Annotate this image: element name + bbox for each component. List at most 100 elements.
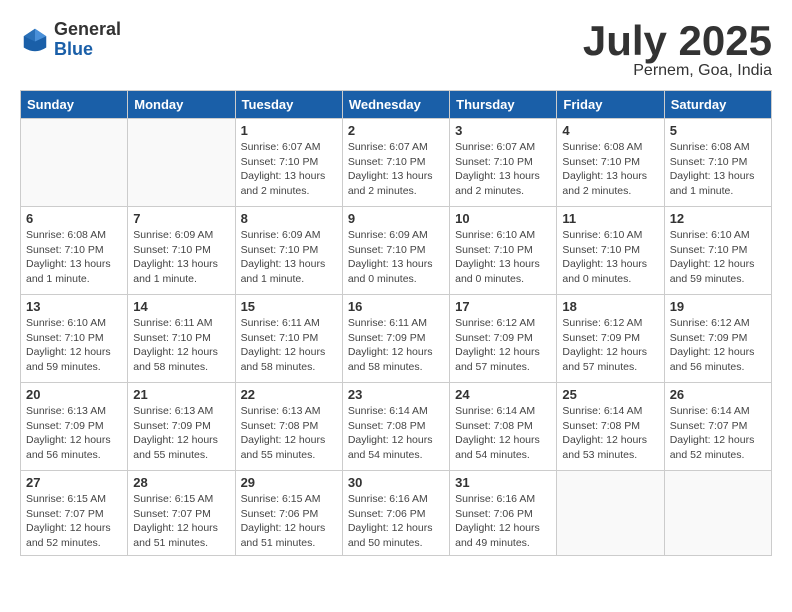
day-info: Sunrise: 6:11 AM Sunset: 7:09 PM Dayligh…: [348, 316, 444, 375]
calendar-day-cell: 6Sunrise: 6:08 AM Sunset: 7:10 PM Daylig…: [21, 207, 128, 295]
calendar-header-saturday: Saturday: [664, 91, 771, 119]
day-number: 16: [348, 299, 444, 314]
day-info: Sunrise: 6:14 AM Sunset: 7:08 PM Dayligh…: [455, 404, 551, 463]
calendar-day-cell: 3 Sunrise: 6:07 AM Sunset: 7:10 PM Daylig…: [450, 119, 557, 207]
day-number: 13: [26, 299, 122, 314]
calendar-day-cell: 8 Sunrise: 6:09 AM Sunset: 7:10 PM Daylig…: [235, 207, 342, 295]
month-title: July 2025: [583, 20, 772, 62]
calendar-week-row: 6Sunrise: 6:08 AM Sunset: 7:10 PM Daylig…: [21, 207, 772, 295]
day-number: 19: [670, 299, 766, 314]
day-info: Sunrise: 6:13 AM Sunset: 7:09 PM Dayligh…: [133, 404, 229, 463]
day-number: 3: [455, 123, 551, 138]
day-number: 28: [133, 475, 229, 490]
day-info: Sunrise: 6:09 AM Sunset: 7:10 PM Dayligh…: [241, 228, 337, 287]
calendar-day-cell: 31 Sunrise: 6:16 AM Sunset: 7:06 PM Dayli…: [450, 471, 557, 556]
day-number: 6: [26, 211, 122, 226]
day-number: 26: [670, 387, 766, 402]
day-number: 2: [348, 123, 444, 138]
calendar-day-cell: 30 Sunrise: 6:16 AM Sunset: 7:06 PM Dayli…: [342, 471, 449, 556]
calendar-day-cell: 10 Sunrise: 6:10 AM Sunset: 7:10 PM Dayli…: [450, 207, 557, 295]
calendar-day-cell: 9Sunrise: 6:09 AM Sunset: 7:10 PM Daylig…: [342, 207, 449, 295]
day-info: Sunrise: 6:13 AM Sunset: 7:08 PM Dayligh…: [241, 404, 337, 463]
day-number: 9: [348, 211, 444, 226]
day-number: 1: [241, 123, 337, 138]
location-subtitle: Pernem, Goa, India: [583, 62, 772, 80]
calendar-table: SundayMondayTuesdayWednesdayThursdayFrid…: [20, 90, 772, 556]
calendar-day-cell: 1 Sunrise: 6:07 AM Sunset: 7:10 PM Daylig…: [235, 119, 342, 207]
calendar-day-cell: 18Sunrise: 6:12 AM Sunset: 7:09 PM Dayli…: [557, 295, 664, 383]
day-number: 17: [455, 299, 551, 314]
calendar-header-monday: Monday: [128, 91, 235, 119]
title-block: July 2025 Pernem, Goa, India: [583, 20, 772, 80]
calendar-header-tuesday: Tuesday: [235, 91, 342, 119]
calendar-day-cell: 16 Sunrise: 6:11 AM Sunset: 7:09 PM Dayli…: [342, 295, 449, 383]
day-info: Sunrise: 6:13 AM Sunset: 7:09 PM Dayligh…: [26, 404, 122, 463]
day-info: Sunrise: 6:08 AM Sunset: 7:10 PM Dayligh…: [562, 140, 658, 199]
day-number: 31: [455, 475, 551, 490]
day-info: Sunrise: 6:09 AM Sunset: 7:10 PM Dayligh…: [133, 228, 229, 287]
day-info: Sunrise: 6:14 AM Sunset: 7:07 PM Dayligh…: [670, 404, 766, 463]
calendar-day-cell: 24 Sunrise: 6:14 AM Sunset: 7:08 PM Dayli…: [450, 383, 557, 471]
day-number: 4: [562, 123, 658, 138]
calendar-day-cell: 14 Sunrise: 6:11 AM Sunset: 7:10 PM Dayli…: [128, 295, 235, 383]
day-number: 14: [133, 299, 229, 314]
day-number: 11: [562, 211, 658, 226]
calendar-header-friday: Friday: [557, 91, 664, 119]
logo: General Blue: [20, 20, 121, 60]
logo-general-text: General: [54, 20, 121, 40]
day-number: 8: [241, 211, 337, 226]
day-info: Sunrise: 6:16 AM Sunset: 7:06 PM Dayligh…: [455, 492, 551, 551]
day-info: Sunrise: 6:10 AM Sunset: 7:10 PM Dayligh…: [26, 316, 122, 375]
day-info: Sunrise: 6:10 AM Sunset: 7:10 PM Dayligh…: [455, 228, 551, 287]
calendar-day-cell: 28Sunrise: 6:15 AM Sunset: 7:07 PM Dayli…: [128, 471, 235, 556]
day-info: Sunrise: 6:07 AM Sunset: 7:10 PM Dayligh…: [241, 140, 337, 199]
day-info: Sunrise: 6:15 AM Sunset: 7:07 PM Dayligh…: [26, 492, 122, 551]
calendar-day-cell: 7 Sunrise: 6:09 AM Sunset: 7:10 PM Daylig…: [128, 207, 235, 295]
day-number: 25: [562, 387, 658, 402]
calendar-day-cell: 21 Sunrise: 6:13 AM Sunset: 7:09 PM Dayli…: [128, 383, 235, 471]
calendar-day-cell: 11 Sunrise: 6:10 AM Sunset: 7:10 PM Dayli…: [557, 207, 664, 295]
day-number: 23: [348, 387, 444, 402]
calendar-day-cell: 22 Sunrise: 6:13 AM Sunset: 7:08 PM Dayli…: [235, 383, 342, 471]
day-number: 10: [455, 211, 551, 226]
day-info: Sunrise: 6:16 AM Sunset: 7:06 PM Dayligh…: [348, 492, 444, 551]
day-info: Sunrise: 6:14 AM Sunset: 7:08 PM Dayligh…: [562, 404, 658, 463]
calendar-day-cell: 20Sunrise: 6:13 AM Sunset: 7:09 PM Dayli…: [21, 383, 128, 471]
calendar-header-sunday: Sunday: [21, 91, 128, 119]
day-number: 5: [670, 123, 766, 138]
calendar-day-cell: 12 Sunrise: 6:10 AM Sunset: 7:10 PM Dayli…: [664, 207, 771, 295]
day-number: 27: [26, 475, 122, 490]
day-number: 30: [348, 475, 444, 490]
calendar-day-cell: 13 Sunrise: 6:10 AM Sunset: 7:10 PM Dayli…: [21, 295, 128, 383]
calendar-day-cell: [664, 471, 771, 556]
calendar-day-cell: [21, 119, 128, 207]
day-info: Sunrise: 6:10 AM Sunset: 7:10 PM Dayligh…: [670, 228, 766, 287]
logo-blue-text: Blue: [54, 40, 121, 60]
calendar-day-cell: [128, 119, 235, 207]
day-number: 7: [133, 211, 229, 226]
day-info: Sunrise: 6:12 AM Sunset: 7:09 PM Dayligh…: [455, 316, 551, 375]
calendar-week-row: 13 Sunrise: 6:10 AM Sunset: 7:10 PM Dayli…: [21, 295, 772, 383]
calendar-day-cell: 27 Sunrise: 6:15 AM Sunset: 7:07 PM Dayli…: [21, 471, 128, 556]
day-number: 12: [670, 211, 766, 226]
day-number: 15: [241, 299, 337, 314]
calendar-day-cell: 19Sunrise: 6:12 AM Sunset: 7:09 PM Dayli…: [664, 295, 771, 383]
day-info: Sunrise: 6:10 AM Sunset: 7:10 PM Dayligh…: [562, 228, 658, 287]
calendar-header-row: SundayMondayTuesdayWednesdayThursdayFrid…: [21, 91, 772, 119]
calendar-day-cell: 4 Sunrise: 6:08 AM Sunset: 7:10 PM Daylig…: [557, 119, 664, 207]
calendar-day-cell: 29Sunrise: 6:15 AM Sunset: 7:06 PM Dayli…: [235, 471, 342, 556]
day-info: Sunrise: 6:11 AM Sunset: 7:10 PM Dayligh…: [133, 316, 229, 375]
calendar-day-cell: 26 Sunrise: 6:14 AM Sunset: 7:07 PM Dayli…: [664, 383, 771, 471]
day-number: 24: [455, 387, 551, 402]
logo-text: General Blue: [54, 20, 121, 60]
day-info: Sunrise: 6:07 AM Sunset: 7:10 PM Dayligh…: [455, 140, 551, 199]
day-number: 21: [133, 387, 229, 402]
calendar-day-cell: [557, 471, 664, 556]
day-number: 29: [241, 475, 337, 490]
calendar-day-cell: 2Sunrise: 6:07 AM Sunset: 7:10 PM Daylig…: [342, 119, 449, 207]
calendar-header-wednesday: Wednesday: [342, 91, 449, 119]
day-number: 22: [241, 387, 337, 402]
calendar-day-cell: 23Sunrise: 6:14 AM Sunset: 7:08 PM Dayli…: [342, 383, 449, 471]
page-header: General Blue July 2025 Pernem, Goa, Indi…: [20, 20, 772, 80]
calendar-header-thursday: Thursday: [450, 91, 557, 119]
